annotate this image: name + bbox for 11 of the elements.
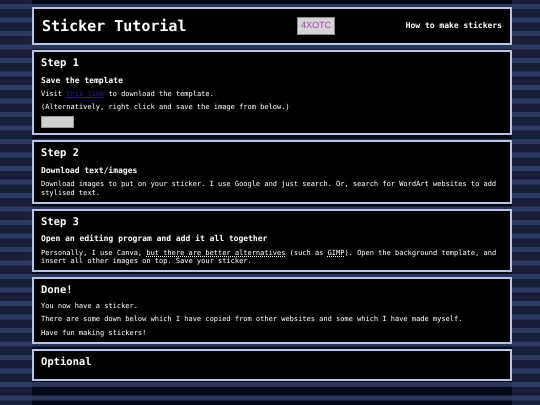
section-subheading: Save the template xyxy=(41,76,124,86)
site-title: Sticker Tutorial xyxy=(42,16,186,37)
section-heading: Step 2 xyxy=(41,147,80,160)
section-heading: Done! xyxy=(41,284,74,296)
section-heading: Step 3 xyxy=(41,216,80,228)
section-subheading: Download text/images xyxy=(41,166,138,176)
logo-badge: 4XOTC xyxy=(297,17,336,35)
site-tagline: How to make stickers xyxy=(406,20,502,32)
section-heading: Optional xyxy=(41,356,93,368)
section-subheading: Open an editing program and add it all together xyxy=(41,234,268,244)
section-heading: Step 1 xyxy=(41,57,80,70)
